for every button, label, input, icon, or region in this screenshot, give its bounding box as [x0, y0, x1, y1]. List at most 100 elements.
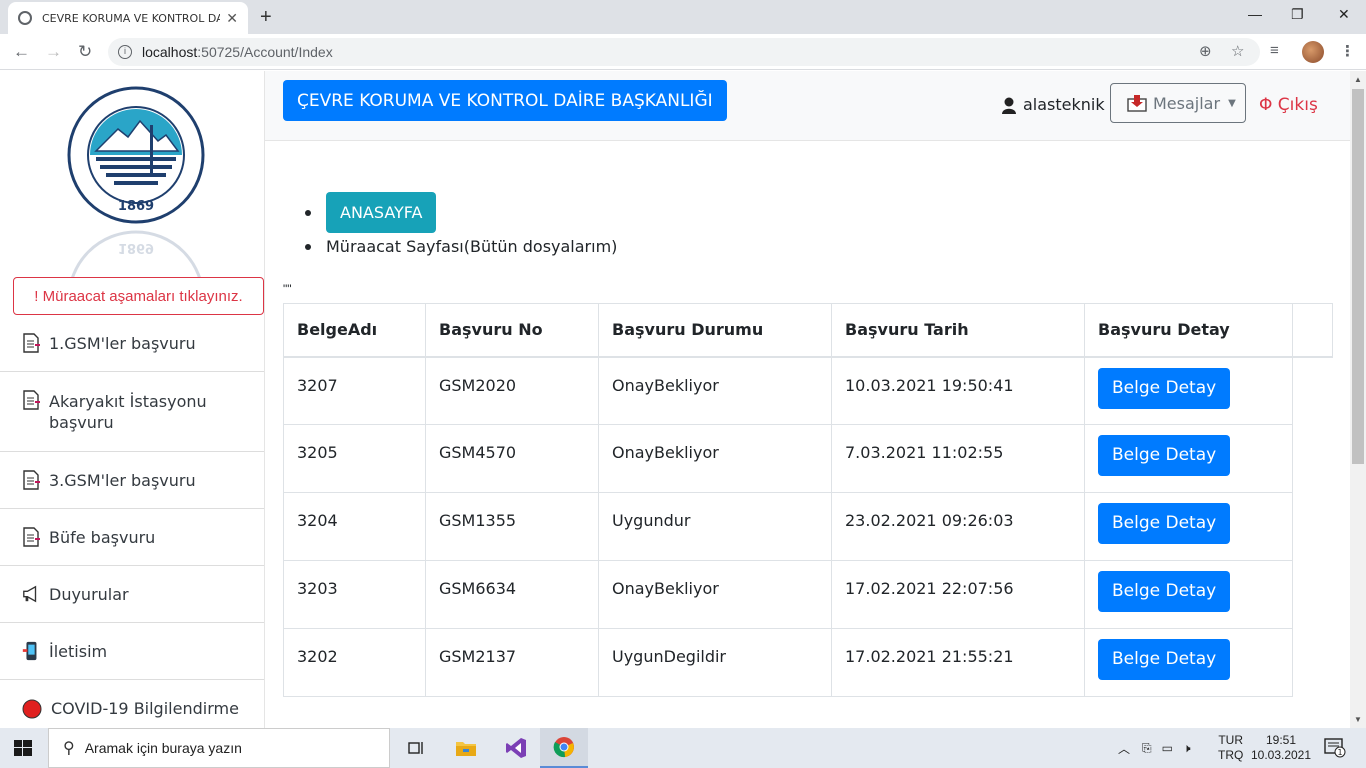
volume-icon[interactable]: 🕨: [1183, 741, 1191, 756]
visual-studio-icon[interactable]: [492, 728, 540, 768]
cell-detail: Belge Detay: [1084, 356, 1293, 425]
browser-tab-bar: CEVRE KORUMA VE KONTROL DA ✕ + — ❐ ✕: [0, 0, 1366, 34]
notification-count: 1: [1337, 748, 1342, 757]
col-header-application-no: Başvuru No: [425, 303, 599, 358]
document-detail-button[interactable]: Belge Detay: [1098, 503, 1231, 544]
table-row: 3202 GSM2137 UygunDegildir 17.02.2021 21…: [283, 628, 1333, 697]
sidebar-item-label: 3.GSM'ler başvuru: [49, 470, 196, 490]
info-icon[interactable]: i: [118, 45, 132, 59]
sidebar-item-label: İletisim: [49, 641, 108, 661]
application-steps-alert[interactable]: ! Müraacat aşamaları tıklayınız.: [13, 277, 264, 315]
cell-date: 7.03.2021 11:02:55: [831, 424, 1085, 493]
document-detail-button[interactable]: Belge Detay: [1098, 571, 1231, 612]
url-host: localhost: [142, 44, 198, 60]
cell-date: 17.02.2021 21:55:21: [831, 628, 1085, 697]
logo-year: 1869: [118, 199, 154, 214]
language-indicator[interactable]: TUR TRQ: [1218, 728, 1243, 768]
document-icon: [23, 390, 40, 410]
lang-top: TUR: [1218, 733, 1243, 747]
cell-application-no: GSM1355: [425, 492, 599, 561]
scrollbar-thumb[interactable]: [1352, 89, 1364, 464]
scroll-down-icon[interactable]: ▼: [1354, 715, 1362, 724]
sidebar-item-label: Büfe başvuru: [49, 527, 156, 547]
windows-start-icon[interactable]: [14, 740, 32, 756]
home-button[interactable]: ANASAYFA: [326, 192, 437, 233]
media-icon[interactable]: ≡: [1270, 42, 1279, 59]
tray-chevron-icon[interactable]: ︿: [1118, 740, 1130, 757]
scroll-up-icon[interactable]: ▲: [1354, 75, 1362, 84]
document-detail-button[interactable]: Belge Detay: [1098, 639, 1231, 680]
taskbar-search-input[interactable]: ⚲ Aramak için buraya yazın: [48, 728, 390, 768]
sidebar-item-gsm1[interactable]: 1.GSM'ler başvuru: [0, 315, 264, 372]
sidebar-item-label: Duyurular: [49, 584, 129, 604]
system-tray: ︿ ⎘ ▭ 🕨: [1118, 728, 1205, 768]
top-navbar: ÇEVRE KORUMA VE KONTROL DAİRE BAŞKANLIĞI…: [265, 71, 1350, 141]
globe-icon: [18, 11, 32, 25]
inbox-icon: [1127, 95, 1147, 112]
cell-detail: Belge Detay: [1084, 628, 1293, 697]
brand-button[interactable]: ÇEVRE KORUMA VE KONTROL DAİRE BAŞKANLIĞI: [283, 80, 727, 121]
chrome-icon[interactable]: [540, 728, 588, 768]
maximize-button[interactable]: ❐: [1291, 6, 1304, 23]
sidebar-item-contact[interactable]: İletisim: [0, 623, 264, 680]
forward-icon[interactable]: →: [45, 42, 62, 62]
file-explorer-icon[interactable]: [442, 728, 490, 768]
network-icon[interactable]: ⎘: [1142, 741, 1152, 756]
back-icon[interactable]: ←: [13, 42, 30, 62]
cell-document: 3205: [283, 424, 426, 493]
sidebar-item-announcements[interactable]: Duyurular: [0, 566, 264, 623]
cell-date: 23.02.2021 09:26:03: [831, 492, 1085, 561]
messages-dropdown[interactable]: Mesajlar ▼: [1110, 83, 1246, 123]
document-detail-button[interactable]: Belge Detay: [1098, 367, 1231, 409]
address-bar[interactable]: i localhost:50725/Account/Index: [108, 38, 1260, 66]
breadcrumb-home-item: ANASAYFA: [305, 192, 617, 233]
cell-status: OnayBekliyor: [598, 356, 832, 425]
sidebar-item-kiosk[interactable]: Büfe başvuru: [0, 509, 264, 566]
table-row: 3204 GSM1355 Uygundur 23.02.2021 09:26:0…: [283, 492, 1333, 561]
notification-center-icon[interactable]: 1: [1324, 728, 1346, 768]
sidebar-item-label: 1.GSM'ler başvuru: [49, 333, 196, 353]
profile-avatar[interactable]: [1302, 41, 1324, 63]
megaphone-icon: [23, 585, 37, 603]
breadcrumb-current-item: Müraacat Sayfası(Bütün dosyalarım): [305, 237, 617, 256]
clock[interactable]: 19:51 10.03.2021: [1251, 728, 1311, 768]
lang-bottom: TRQ: [1218, 748, 1244, 762]
sidebar-item-fuel-station[interactable]: Akaryakıt İstasyonu başvuru: [0, 372, 264, 452]
user-info[interactable]: alasteknik: [1001, 95, 1105, 114]
search-placeholder: Aramak için buraya yazın: [84, 740, 242, 756]
document-icon: [23, 470, 40, 490]
username: alasteknik: [1023, 95, 1105, 114]
table-row: 3203 GSM6634 OnayBekliyor 17.02.2021 22:…: [283, 560, 1333, 629]
menu-icon[interactable]: ⋮: [1340, 42, 1355, 60]
cell-application-no: GSM2020: [425, 356, 599, 425]
sidebar-item-covid[interactable]: COVID-19 Bilgilendirme: [0, 680, 264, 728]
reload-icon[interactable]: ↻: [78, 42, 92, 62]
col-header-date: Başvuru Tarih: [831, 303, 1085, 358]
task-view-icon[interactable]: [392, 728, 440, 768]
url-path: :50725/Account/Index: [197, 44, 333, 60]
sidebar-item-gsm3[interactable]: 3.GSM'ler başvuru: [0, 452, 264, 509]
municipality-logo: 1869: [66, 85, 206, 225]
sidebar: 1869 1869 ! Müraacat aşamaları tıklayını…: [0, 71, 265, 728]
breadcrumb-current: Müraacat Sayfası(Bütün dosyalarım): [326, 237, 618, 256]
page-scrollbar[interactable]: ▲ ▼: [1350, 71, 1366, 728]
star-icon[interactable]: ☆: [1231, 42, 1244, 60]
cell-document: 3207: [283, 356, 426, 425]
cell-status: UygunDegildir: [598, 628, 832, 697]
cell-date: 10.03.2021 19:50:41: [831, 356, 1085, 425]
new-tab-button[interactable]: +: [260, 6, 272, 29]
red-circle-icon: [22, 699, 42, 718]
document-detail-button[interactable]: Belge Detay: [1098, 435, 1231, 476]
cell-document: 3204: [283, 492, 426, 561]
browser-tab[interactable]: CEVRE KORUMA VE KONTROL DA ✕: [8, 2, 248, 34]
minimize-button[interactable]: —: [1248, 6, 1262, 22]
table-row: 3205 GSM4570 OnayBekliyor 7.03.2021 11:0…: [283, 424, 1333, 493]
zoom-icon[interactable]: ⊕: [1199, 42, 1212, 60]
document-icon: [23, 527, 40, 547]
battery-icon[interactable]: ▭: [1162, 741, 1173, 755]
close-window-button[interactable]: ✕: [1338, 6, 1350, 23]
logout-link[interactable]: Φ Çıkış: [1259, 95, 1318, 115]
close-tab-icon[interactable]: ✕: [226, 10, 238, 27]
cell-status: OnayBekliyor: [598, 424, 832, 493]
chevron-down-icon: ▼: [1228, 97, 1236, 109]
